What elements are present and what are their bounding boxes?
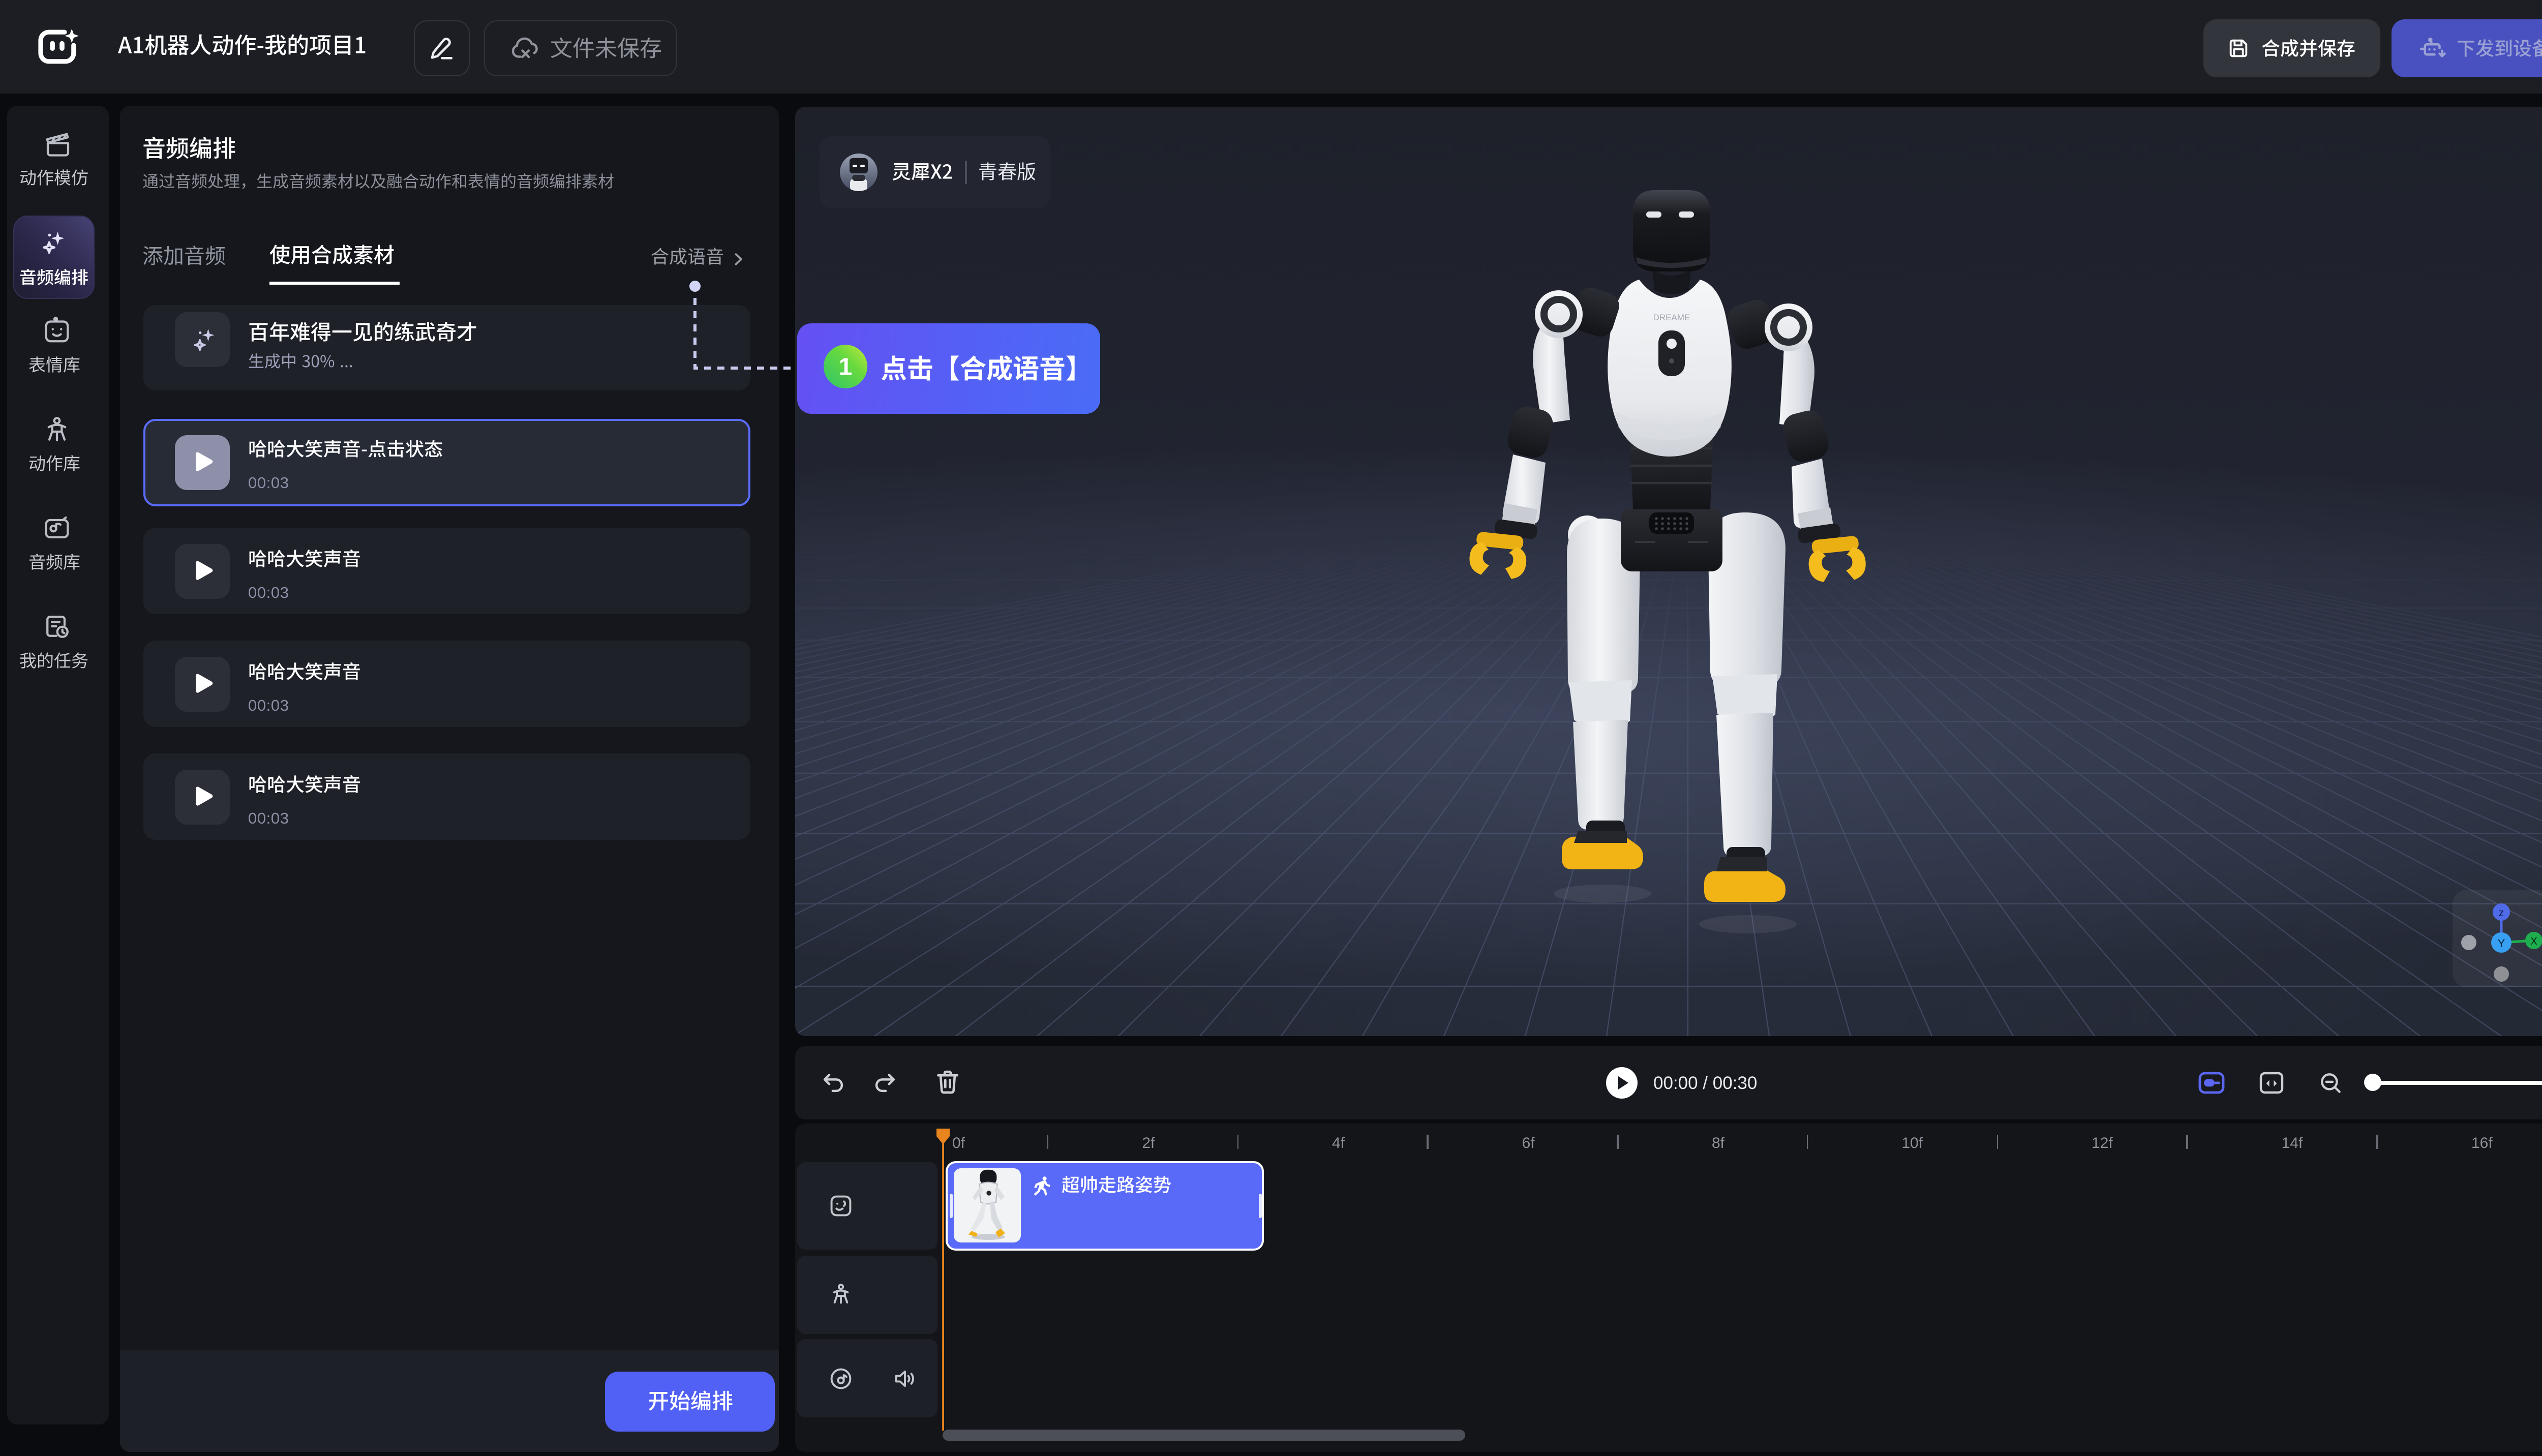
svg-text:Y: Y <box>2498 937 2505 950</box>
svg-text:z: z <box>2499 907 2504 919</box>
svg-text:DREAME: DREAME <box>1653 313 1690 322</box>
svg-text:X: X <box>2530 936 2537 947</box>
svg-text:1: 1 <box>839 353 853 380</box>
